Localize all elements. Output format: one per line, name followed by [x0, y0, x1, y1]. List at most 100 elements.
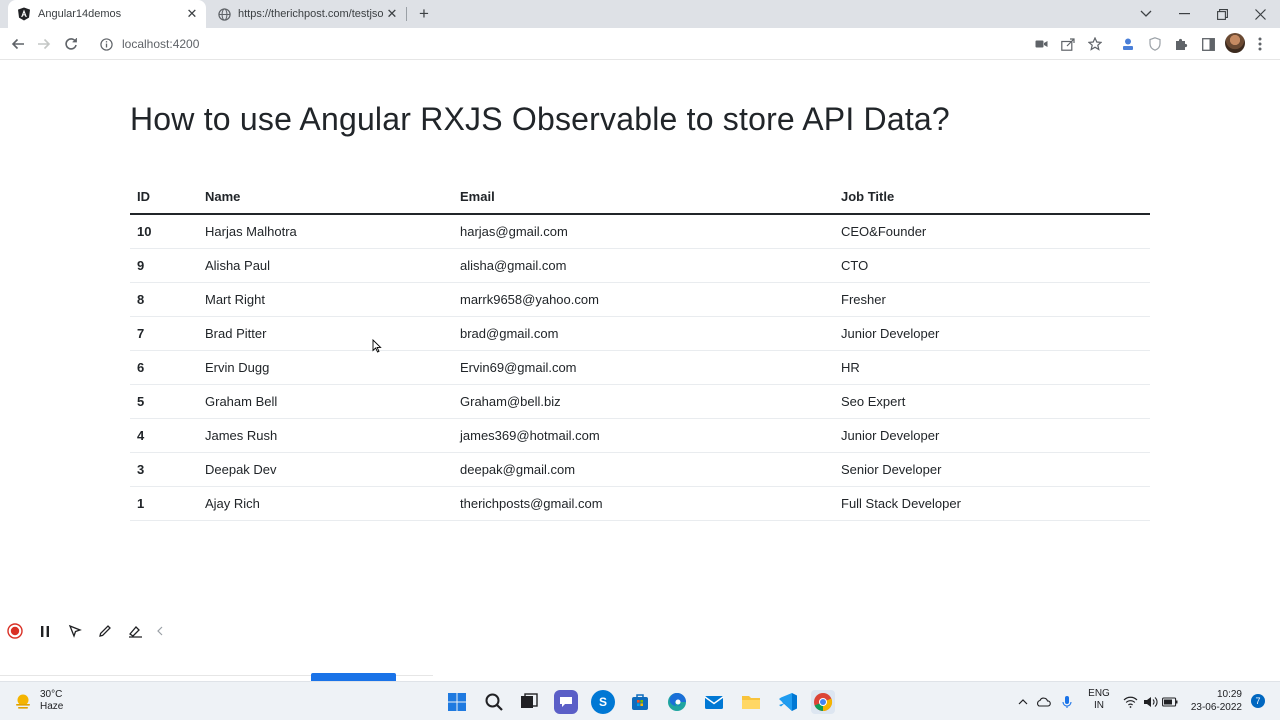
- cell-name: Deepak Dev: [205, 452, 460, 487]
- cell-id: 10: [130, 214, 205, 249]
- restore-icon[interactable]: [1203, 0, 1241, 28]
- chrome-icon[interactable]: [811, 690, 835, 714]
- language-code: ENG: [1088, 688, 1110, 699]
- mail-icon[interactable]: [702, 690, 726, 714]
- cell-id: 7: [130, 316, 205, 351]
- system-clock[interactable]: 10:29 23-06-2022: [1184, 688, 1242, 714]
- cell-email: alisha@gmail.com: [460, 248, 841, 283]
- menu-dots-icon[interactable]: [1249, 33, 1271, 55]
- info-icon[interactable]: [98, 36, 114, 52]
- table-row: 5 Graham Bell Graham@bell.biz Seo Expert: [130, 384, 1150, 419]
- cell-job-title: Fresher: [841, 282, 1150, 317]
- skype-icon[interactable]: S: [591, 690, 615, 714]
- cell-job-title: Full Stack Developer: [841, 486, 1150, 521]
- back-icon[interactable]: [7, 33, 29, 55]
- page-content: How to use Angular RXJS Observable to st…: [0, 61, 1280, 681]
- table-header-row: ID Name Email Job Title: [130, 179, 1150, 215]
- record-stop-icon[interactable]: [0, 616, 30, 646]
- profile-avatar[interactable]: [1225, 33, 1245, 53]
- file-explorer-icon[interactable]: [739, 690, 763, 714]
- region-code: IN: [1094, 700, 1104, 711]
- weather-widget[interactable]: 30°C Haze: [14, 689, 63, 713]
- cell-email: Graham@bell.biz: [460, 384, 841, 419]
- task-view-icon[interactable]: [517, 690, 541, 714]
- close-tab-icon[interactable]: ✕: [184, 6, 200, 22]
- extensions-puzzle-icon[interactable]: [1170, 33, 1192, 55]
- mouse-cursor-icon: [372, 339, 382, 353]
- close-window-icon[interactable]: [1241, 0, 1279, 28]
- cell-email: therichposts@gmail.com: [460, 486, 841, 521]
- close-tab-icon[interactable]: ✕: [384, 6, 400, 22]
- tab-therichpost[interactable]: https://therichpost.com/testjson ✕: [208, 0, 406, 28]
- bookmark-star-icon[interactable]: [1084, 33, 1106, 55]
- camera-icon[interactable]: [1030, 33, 1052, 55]
- microsoft-store-icon[interactable]: [628, 690, 652, 714]
- highlighter-tool-icon[interactable]: [120, 616, 150, 646]
- tab-angular14demos[interactable]: Angular14demos ✕: [8, 0, 206, 28]
- browser-toolbar: localhost:4200: [0, 28, 1280, 60]
- battery-icon[interactable]: [1161, 692, 1179, 712]
- column-header-job-title: Job Title: [841, 179, 1150, 215]
- new-tab-icon[interactable]: +: [414, 4, 434, 24]
- pen-tool-icon[interactable]: [90, 616, 120, 646]
- collapse-chevron-icon[interactable]: [150, 616, 170, 646]
- cell-name: Harjas Malhotra: [205, 214, 460, 249]
- cell-id: 6: [130, 350, 205, 385]
- share-icon[interactable]: [1057, 33, 1079, 55]
- column-header-id: ID: [130, 179, 205, 215]
- cell-name: Graham Bell: [205, 384, 460, 419]
- show-hidden-icons-icon[interactable]: [1014, 692, 1032, 712]
- search-icon[interactable]: [482, 690, 506, 714]
- cell-job-title: CTO: [841, 248, 1150, 283]
- microphone-icon[interactable]: [1058, 692, 1076, 712]
- pause-icon[interactable]: [30, 616, 60, 646]
- tab-search-icon[interactable]: [1127, 0, 1165, 28]
- table-row: 1 Ajay Rich therichposts@gmail.com Full …: [130, 486, 1150, 521]
- teams-chat-icon[interactable]: [554, 690, 578, 714]
- cell-name: Brad Pitter: [205, 316, 460, 351]
- cell-job-title: CEO&Founder: [841, 214, 1150, 249]
- edge-browser-icon[interactable]: [665, 690, 689, 714]
- cell-id: 9: [130, 248, 205, 283]
- address-bar[interactable]: localhost:4200: [92, 31, 1116, 57]
- table-row: 9 Alisha Paul alisha@gmail.com CTO: [130, 248, 1150, 283]
- column-header-email: Email: [460, 179, 841, 215]
- table-row: 6 Ervin Dugg Ervin69@gmail.com HR: [130, 350, 1150, 385]
- tab-title: https://therichpost.com/testjson: [238, 8, 384, 20]
- cell-email: brad@gmail.com: [460, 316, 841, 351]
- clock-date: 23-06-2022: [1190, 702, 1242, 713]
- side-panel-icon[interactable]: [1197, 33, 1219, 55]
- table-row: 8 Mart Right marrk9658@yahoo.com Fresher: [130, 282, 1150, 317]
- scroll-thumb[interactable]: [311, 673, 396, 681]
- windows-start-icon[interactable]: [445, 690, 469, 714]
- cell-name: James Rush: [205, 418, 460, 453]
- vscode-icon[interactable]: [776, 690, 800, 714]
- recorder-toolbar: [0, 615, 176, 647]
- cell-job-title: Senior Developer: [841, 452, 1150, 487]
- wifi-icon[interactable]: [1121, 692, 1139, 712]
- pointer-tool-icon[interactable]: [60, 616, 90, 646]
- cell-email: Ervin69@gmail.com: [460, 350, 841, 385]
- url-text: localhost:4200: [122, 37, 200, 51]
- weather-temp: 30°C: [40, 689, 63, 700]
- clock-time: 10:29: [1216, 689, 1242, 700]
- page-title: How to use Angular RXJS Observable to st…: [130, 101, 950, 137]
- reload-icon[interactable]: [60, 33, 82, 55]
- language-indicator[interactable]: ENG IN: [1086, 688, 1112, 712]
- cell-job-title: HR: [841, 350, 1150, 385]
- cell-id: 4: [130, 418, 205, 453]
- cell-id: 5: [130, 384, 205, 419]
- onedrive-cloud-icon[interactable]: [1034, 692, 1052, 712]
- forward-icon[interactable]: [33, 33, 55, 55]
- minimize-icon[interactable]: [1165, 0, 1203, 28]
- weather-desc: Haze: [40, 701, 64, 712]
- notification-badge[interactable]: 7: [1251, 694, 1265, 708]
- cell-id: 3: [130, 452, 205, 487]
- volume-icon[interactable]: [1141, 692, 1159, 712]
- cell-email: marrk9658@yahoo.com: [460, 282, 841, 317]
- cell-job-title: Junior Developer: [841, 316, 1150, 351]
- cell-name: Ajay Rich: [205, 486, 460, 521]
- shield-icon[interactable]: [1144, 33, 1166, 55]
- extension-person-icon[interactable]: [1117, 33, 1139, 55]
- cell-name: Alisha Paul: [205, 248, 460, 283]
